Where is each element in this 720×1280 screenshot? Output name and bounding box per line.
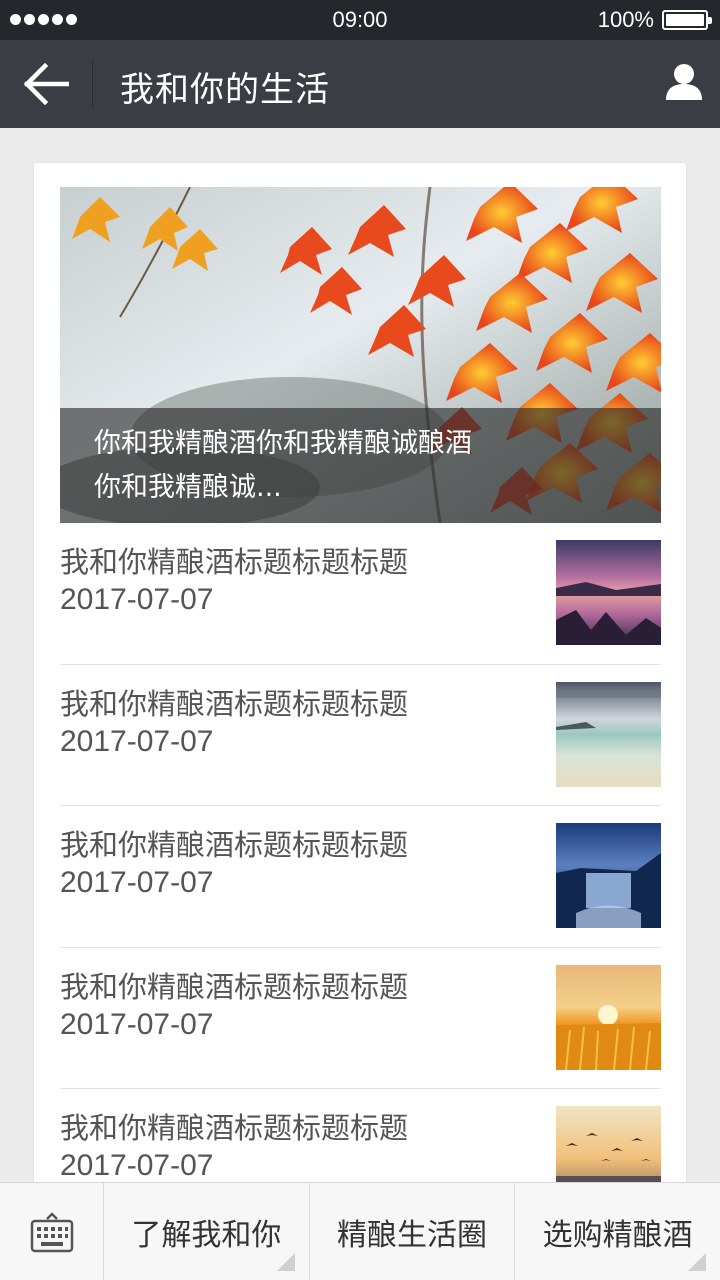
menu-item-about[interactable]: 了解我和你 — [104, 1183, 310, 1280]
hero-banner[interactable]: 你和我精酿酒你和我精酿诚酿酒 你和我精酿诚... — [60, 187, 661, 523]
article-card: 你和我精酿酒你和我精酿诚酿酒 你和我精酿诚... 我和你精酿酒标题标题标题 20… — [33, 162, 687, 1202]
hero-caption-line: 你和我精酿酒你和我精酿诚酿酒 — [94, 428, 472, 459]
page-title: 我和你的生活 — [120, 70, 330, 110]
hero-caption-line: 你和我精酿诚... — [94, 472, 282, 503]
article-title: 我和你精酿酒标题标题标题 — [60, 545, 409, 579]
article-date: 2017-07-07 — [60, 866, 214, 899]
nav-divider — [92, 60, 93, 108]
article-thumbnail — [556, 823, 661, 928]
submenu-indicator-icon — [276, 1253, 295, 1271]
list-item[interactable]: 我和你精酿酒标题标题标题 2017-07-07 — [60, 806, 661, 948]
status-bar: 09:00 100% — [0, 0, 720, 40]
menu-item-label: 精酿生活圈 — [337, 1218, 487, 1253]
article-title: 我和你精酿酒标题标题标题 — [60, 969, 409, 1004]
article-title: 我和你精酿酒标题标题标题 — [60, 686, 409, 721]
keyboard-icon — [30, 1212, 73, 1253]
hero-caption: 你和我精酿酒你和我精酿诚酿酒 你和我精酿诚... — [60, 408, 661, 523]
menu-item-circle[interactable]: 精酿生活圈 — [310, 1183, 516, 1280]
back-button[interactable] — [0, 40, 92, 128]
menu-item-shop[interactable]: 选购精酿酒 — [515, 1183, 720, 1280]
list-item[interactable]: 我和你精酿酒标题标题标题 2017-07-07 — [60, 523, 661, 665]
battery-icon — [662, 10, 712, 30]
battery-percent: 100% — [597, 7, 654, 32]
list-item[interactable]: 我和你精酿酒标题标题标题 2017-07-07 — [60, 665, 661, 806]
article-thumbnail — [556, 964, 661, 1070]
article-date: 2017-07-07 — [60, 724, 214, 758]
article-title: 我和你精酿酒标题标题标题 — [60, 1111, 409, 1145]
arrow-left-icon — [23, 63, 69, 105]
article-date: 2017-07-07 — [60, 583, 214, 616]
article-title: 我和你精酿酒标题标题标题 — [60, 828, 409, 862]
article-list: 我和你精酿酒标题标题标题 2017-07-07 我和你精酿酒标题标题标题 201… — [60, 523, 661, 1201]
submenu-indicator-icon — [688, 1253, 707, 1271]
keyboard-toggle-button[interactable] — [0, 1183, 104, 1280]
bottom-menu: 了解我和你 精酿生活圈 选购精酿酒 — [0, 1182, 720, 1280]
article-thumbnail — [556, 540, 661, 645]
menu-item-label: 选购精酿酒 — [542, 1218, 693, 1253]
list-item[interactable]: 我和你精酿酒标题标题标题 2017-07-07 — [60, 948, 661, 1089]
article-date: 2017-07-07 — [60, 1149, 214, 1182]
menu-item-label: 了解我和你 — [131, 1218, 282, 1253]
article-date: 2017-07-07 — [60, 1007, 214, 1041]
article-thumbnail — [556, 681, 661, 787]
nav-bar: 我和你的生活 — [0, 40, 720, 128]
user-button[interactable] — [664, 62, 704, 106]
user-icon — [666, 64, 702, 100]
